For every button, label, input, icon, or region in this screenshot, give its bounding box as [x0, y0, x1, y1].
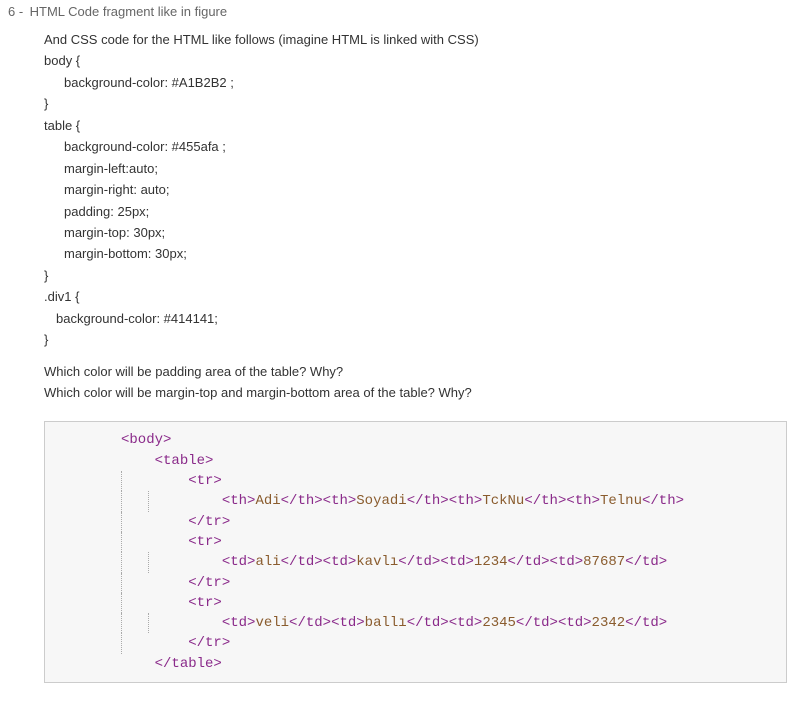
html-code-figure: <body> <table> <tr> <th>Adi</th><th>Soya…	[44, 421, 787, 683]
tag-tr-close: </tr>	[188, 573, 230, 593]
cell-text: 2345	[482, 613, 516, 633]
css-line: body {	[44, 50, 787, 71]
code-line: </tr>	[51, 512, 780, 532]
tag-td-open: <td>	[222, 552, 256, 572]
code-line: </table>	[51, 654, 780, 674]
cell-text: Adi	[255, 491, 280, 511]
css-line: margin-left:auto;	[44, 158, 787, 179]
tag-td-close: </td>	[625, 613, 667, 633]
code-line: <tr>	[51, 471, 780, 491]
css-line: }	[44, 265, 787, 286]
tag-th-open: <th>	[566, 491, 600, 511]
tag-td-close: </td>	[625, 552, 667, 572]
cell-text: 87687	[583, 552, 625, 572]
item-title: HTML Code fragment like in figure	[30, 4, 228, 19]
cell-text: 1234	[474, 552, 508, 572]
question-page: 6 - HTML Code fragment like in figure An…	[0, 0, 807, 693]
code-line: <th>Adi</th><th>Soyadi</th><th>TckNu</th…	[51, 491, 780, 511]
cell-text: ballı	[365, 613, 407, 633]
tag-tr-close: </tr>	[188, 633, 230, 653]
tag-td-close: </td>	[398, 552, 440, 572]
css-line: padding: 25px;	[44, 201, 787, 222]
tag-th-open: <th>	[222, 491, 256, 511]
tag-td-open: <td>	[331, 613, 365, 633]
css-line: table {	[44, 115, 787, 136]
tag-td-close: </td>	[516, 613, 558, 633]
item-header: 6 - HTML Code fragment like in figure	[0, 4, 807, 19]
tag-tr-open: <tr>	[188, 593, 222, 613]
css-line: background-color: #455afa ;	[44, 136, 787, 157]
tag-th-close: </th>	[524, 491, 566, 511]
cell-text: Telnu	[600, 491, 642, 511]
css-line: background-color: #414141;	[44, 308, 787, 329]
tag-td-close: </td>	[508, 552, 550, 572]
tag-td-close: </td>	[407, 613, 449, 633]
tag-td-open: <td>	[550, 552, 584, 572]
css-line: background-color: #A1B2B2 ;	[44, 72, 787, 93]
css-line: margin-bottom: 30px;	[44, 243, 787, 264]
cell-text: ali	[255, 552, 280, 572]
tag-table-close: </table>	[155, 654, 222, 674]
tag-th-open: <th>	[449, 491, 483, 511]
tag-th-close: </th>	[281, 491, 323, 511]
code-line: </tr>	[51, 633, 780, 653]
cell-text: 2342	[592, 613, 626, 633]
code-line: <tr>	[51, 532, 780, 552]
tag-td-open: <td>	[323, 552, 357, 572]
tag-td-open: <td>	[449, 613, 483, 633]
cell-text: kavlı	[356, 552, 398, 572]
tag-th-open: <th>	[323, 491, 357, 511]
css-line: }	[44, 93, 787, 114]
tag-table-open: <table>	[155, 451, 214, 471]
intro-text: And CSS code for the HTML like follows (…	[44, 29, 787, 50]
tag-th-close: </th>	[407, 491, 449, 511]
code-line: </tr>	[51, 573, 780, 593]
cell-text: TckNu	[482, 491, 524, 511]
tag-td-open: <td>	[222, 613, 256, 633]
question-1: Which color will be padding area of the …	[44, 361, 787, 382]
question-2: Which color will be margin-top and margi…	[44, 382, 787, 403]
tag-td-close: </td>	[289, 613, 331, 633]
code-line: <td>veli</td><td>ballı</td><td>2345</td>…	[51, 613, 780, 633]
css-line: margin-right: auto;	[44, 179, 787, 200]
tag-th-close: </th>	[642, 491, 684, 511]
tag-td-open: <td>	[558, 613, 592, 633]
cell-text: Soyadi	[356, 491, 406, 511]
tag-td-close: </td>	[281, 552, 323, 572]
question-body: And CSS code for the HTML like follows (…	[0, 19, 807, 683]
css-line: margin-top: 30px;	[44, 222, 787, 243]
code-line: <table>	[51, 451, 780, 471]
tag-tr-open: <tr>	[188, 471, 222, 491]
code-line: <tr>	[51, 593, 780, 613]
tag-td-open: <td>	[440, 552, 474, 572]
css-line: }	[44, 329, 787, 350]
code-line: <body>	[51, 430, 780, 450]
item-number: 6 -	[8, 4, 26, 19]
tag-tr-open: <tr>	[188, 532, 222, 552]
tag-tr-close: </tr>	[188, 512, 230, 532]
code-line: <td>ali</td><td>kavlı</td><td>1234</td><…	[51, 552, 780, 572]
cell-text: veli	[255, 613, 289, 633]
tag-body-open: <body>	[121, 430, 171, 450]
css-line: .div1 {	[44, 286, 787, 307]
